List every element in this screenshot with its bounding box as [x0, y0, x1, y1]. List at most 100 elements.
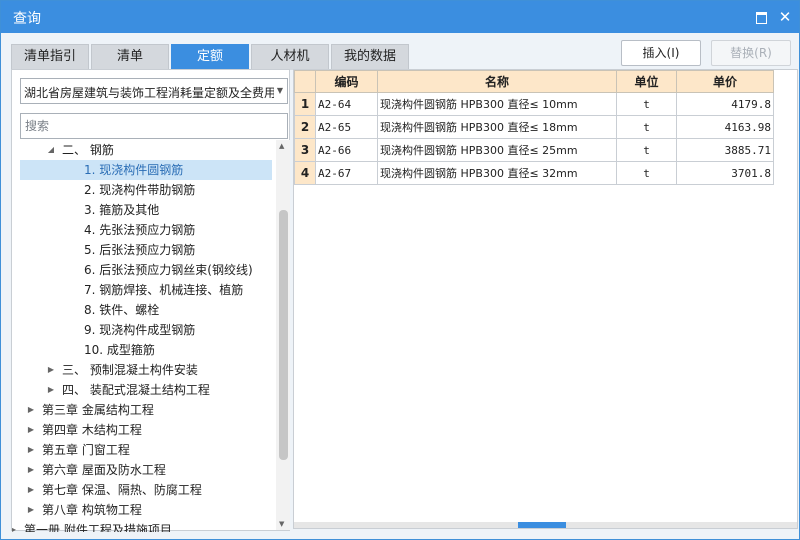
chevron-down-icon[interactable]: ▼	[277, 86, 283, 95]
tree-item-label: 1. 现浇构件圆钢筋	[84, 163, 184, 177]
tree-item[interactable]: 5. 后张法预应力钢筋	[20, 240, 272, 260]
scrollbar-grip[interactable]	[518, 522, 566, 528]
collapsed-arrow-icon[interactable]: ▶	[26, 500, 36, 520]
tree-item[interactable]: 2. 现浇构件带肋钢筋	[20, 180, 272, 200]
tree-item[interactable]: 6. 后张法预应力钢丝束(钢绞线)	[20, 260, 272, 280]
tree-item[interactable]: ▶ 第五章 门窗工程	[20, 440, 272, 460]
library-select-value: 湖北省房屋建筑与装饰工程消耗量定额及全费用	[24, 86, 274, 100]
cell-price[interactable]: 3885.71	[676, 138, 774, 162]
tree-item[interactable]: ▶ 第六章 屋面及防水工程	[20, 460, 272, 480]
tree-item[interactable]: 9. 现浇构件成型钢筋	[20, 320, 272, 340]
tree-item[interactable]: 10. 成型箍筋	[20, 340, 272, 360]
close-icon[interactable]: ✕	[777, 9, 793, 25]
tree-item-label: 第三章 金属结构工程	[42, 403, 154, 417]
cell-code[interactable]: A2-64	[315, 92, 378, 116]
table-row[interactable]: 2 A2-65 现浇构件圆钢筋 HPB300 直径≤ 18mm t 4163.9…	[294, 115, 774, 139]
tree-item[interactable]: 4. 先张法预应力钢筋	[20, 220, 272, 240]
tree-item[interactable]: ◢ 二、 钢筋	[20, 140, 272, 160]
tree-item[interactable]: ▶ 第四章 木结构工程	[20, 420, 272, 440]
tree-item-label: 二、 钢筋	[62, 143, 114, 157]
collapsed-arrow-icon[interactable]: ▶	[12, 520, 18, 532]
tree-item[interactable]: ▶ 第七章 保温、隔热、防腐工程	[20, 480, 272, 500]
cell-price[interactable]: 4179.8	[676, 92, 774, 116]
tree-item-label: 7. 钢筋焊接、机械连接、植筋	[84, 283, 244, 297]
tree-scrollbar[interactable]: ▲ ▼	[276, 140, 290, 530]
row-number: 2	[294, 115, 316, 139]
scroll-down-icon[interactable]: ▼	[279, 520, 284, 528]
tree-item-label: 6. 后张法预应力钢丝束(钢绞线)	[84, 263, 253, 277]
collapsed-arrow-icon[interactable]: ▶	[26, 420, 36, 440]
tree-item[interactable]: ▶ 四、 装配式混凝土结构工程	[20, 380, 272, 400]
scroll-up-icon[interactable]: ▲	[279, 142, 284, 150]
column-header-unit[interactable]: 单位	[616, 70, 677, 93]
tab-my-data[interactable]: 我的数据	[331, 44, 409, 70]
table-row[interactable]: 4 A2-67 现浇构件圆钢筋 HPB300 直径≤ 32mm t 3701.8	[294, 161, 774, 185]
expanded-arrow-icon[interactable]: ◢	[46, 140, 56, 160]
tree-item[interactable]: ▶ 第一册 附件工程及措施项目	[12, 520, 272, 532]
tree-item-label: 2. 现浇构件带肋钢筋	[84, 183, 196, 197]
tree-item-label: 8. 铁件、螺栓	[84, 303, 160, 317]
cell-name[interactable]: 现浇构件圆钢筋 HPB300 直径≤ 18mm	[377, 115, 617, 139]
collapsed-arrow-icon[interactable]: ▶	[26, 460, 36, 480]
tab-bill[interactable]: 清单	[91, 44, 169, 70]
scrollbar-thumb[interactable]	[279, 210, 288, 460]
results-panel: 编码 名称 单位 单价 1 A2-64 现浇构件圆钢筋 HPB300 直径≤ 1…	[293, 69, 798, 529]
query-window: 查询 ✕ 清单指引 清单 定额 人材机 我的数据 插入(I) 替换(R) 湖北省…	[0, 0, 800, 540]
tree-item-label: 5. 后张法预应力钢筋	[84, 243, 196, 257]
cell-unit[interactable]: t	[616, 115, 677, 139]
cell-unit[interactable]: t	[616, 138, 677, 162]
tree-item-label: 四、 装配式混凝土结构工程	[62, 383, 210, 397]
collapsed-arrow-icon[interactable]: ▶	[26, 440, 36, 460]
search-input[interactable]	[20, 113, 288, 139]
cell-name[interactable]: 现浇构件圆钢筋 HPB300 直径≤ 32mm	[377, 161, 617, 185]
tree-item[interactable]: 3. 箍筋及其他	[20, 200, 272, 220]
library-select[interactable]: 湖北省房屋建筑与装饰工程消耗量定额及全费用 ▼	[20, 78, 288, 104]
cell-code[interactable]: A2-65	[315, 115, 378, 139]
tree-item[interactable]: 1. 现浇构件圆钢筋	[20, 160, 272, 180]
tree-item-label: 9. 现浇构件成型钢筋	[84, 323, 196, 337]
column-header-price[interactable]: 单价	[676, 70, 774, 93]
cell-price[interactable]: 3701.8	[676, 161, 774, 185]
tree-item[interactable]: ▶ 第八章 构筑物工程	[20, 500, 272, 520]
cell-unit[interactable]: t	[616, 161, 677, 185]
tree-item-label: 第八章 构筑物工程	[42, 503, 142, 517]
tree-item[interactable]: ▶ 第三章 金属结构工程	[20, 400, 272, 420]
maximize-icon[interactable]	[753, 9, 769, 25]
column-header-name[interactable]: 名称	[377, 70, 617, 93]
cell-code[interactable]: A2-67	[315, 161, 378, 185]
tree-item-label: 第六章 屋面及防水工程	[42, 463, 166, 477]
collapsed-arrow-icon[interactable]: ▶	[26, 400, 36, 420]
collapsed-arrow-icon[interactable]: ▶	[46, 380, 56, 400]
tab-labor-material-machine[interactable]: 人材机	[251, 44, 329, 70]
row-number-header	[294, 70, 316, 93]
column-header-code[interactable]: 编码	[315, 70, 378, 93]
tree-item-label: 第四章 木结构工程	[42, 423, 142, 437]
window-title: 查询	[13, 11, 41, 27]
tree-item[interactable]: 7. 钢筋焊接、机械连接、植筋	[20, 280, 272, 300]
chapter-tree: ◢ 二、 钢筋 1. 现浇构件圆钢筋 2. 现浇构件带肋钢筋 3. 箍筋及其他 4. 先张…	[12, 140, 276, 532]
cell-code[interactable]: A2-66	[315, 138, 378, 162]
tree-item-label: 第五章 门窗工程	[42, 443, 130, 457]
collapsed-arrow-icon[interactable]: ▶	[46, 360, 56, 380]
cell-price[interactable]: 4163.98	[676, 115, 774, 139]
table-row[interactable]: 1 A2-64 现浇构件圆钢筋 HPB300 直径≤ 10mm t 4179.8	[294, 92, 774, 116]
insert-button[interactable]: 插入(I)	[621, 40, 701, 66]
cell-unit[interactable]: t	[616, 92, 677, 116]
tree-item-label: 第七章 保温、隔热、防腐工程	[42, 483, 202, 497]
tree-item-label: 三、 预制混凝土构件安装	[62, 363, 198, 377]
tab-quota[interactable]: 定额	[171, 44, 249, 70]
cell-name[interactable]: 现浇构件圆钢筋 HPB300 直径≤ 10mm	[377, 92, 617, 116]
collapsed-arrow-icon[interactable]: ▶	[26, 480, 36, 500]
tab-bill-guide[interactable]: 清单指引	[11, 44, 89, 70]
replace-button[interactable]: 替换(R)	[711, 40, 791, 66]
quota-table: 编码 名称 单位 单价 1 A2-64 现浇构件圆钢筋 HPB300 直径≤ 1…	[294, 70, 774, 185]
tree-item-label: 3. 箍筋及其他	[84, 203, 160, 217]
left-panel: 湖北省房屋建筑与装饰工程消耗量定额及全费用 ▼ ◢ 二、 钢筋 1. 现浇构件圆钢筋…	[11, 69, 290, 532]
tree-item[interactable]: ▶ 三、 预制混凝土构件安装	[20, 360, 272, 380]
tree-item[interactable]: 8. 铁件、螺栓	[20, 300, 272, 320]
tree-item-label: 4. 先张法预应力钢筋	[84, 223, 196, 237]
title-bar[interactable]: 查询 ✕	[1, 1, 799, 33]
table-row[interactable]: 3 A2-66 现浇构件圆钢筋 HPB300 直径≤ 25mm t 3885.7…	[294, 138, 774, 162]
table-hscrollbar[interactable]	[294, 522, 797, 528]
cell-name[interactable]: 现浇构件圆钢筋 HPB300 直径≤ 25mm	[377, 138, 617, 162]
